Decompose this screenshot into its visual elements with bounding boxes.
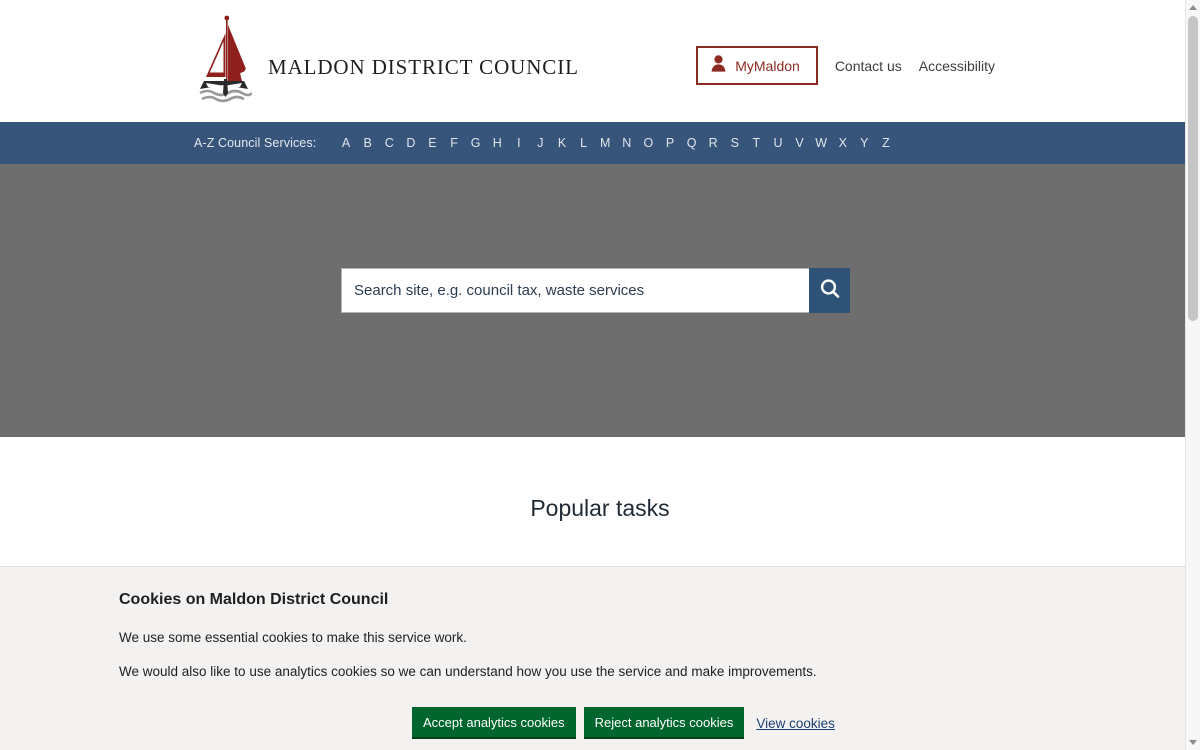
az-letter-x[interactable]: X bbox=[832, 136, 854, 150]
search-icon bbox=[818, 277, 842, 304]
az-letter-g[interactable]: G bbox=[465, 136, 487, 150]
az-letter-h[interactable]: H bbox=[486, 136, 508, 150]
az-letter-y[interactable]: Y bbox=[854, 136, 876, 150]
sailing-barge-logo-icon[interactable] bbox=[196, 13, 252, 105]
scrollbar-up-arrow-icon[interactable] bbox=[1186, 0, 1200, 15]
hero-banner bbox=[0, 164, 1200, 437]
cookie-consent-banner: Cookies on Maldon District Council We us… bbox=[0, 566, 1185, 750]
az-letter-e[interactable]: E bbox=[422, 136, 444, 150]
az-letter-p[interactable]: P bbox=[659, 136, 681, 150]
cookie-banner-actions: Accept analytics cookies Reject analytic… bbox=[412, 707, 835, 739]
mymaldon-button[interactable]: MyMaldon bbox=[696, 46, 818, 85]
az-letter-b[interactable]: B bbox=[357, 136, 379, 150]
search-input[interactable] bbox=[341, 268, 809, 313]
az-letter-n[interactable]: N bbox=[616, 136, 638, 150]
az-letter-z[interactable]: Z bbox=[875, 136, 897, 150]
az-nav-label: A-Z Council Services: bbox=[194, 136, 317, 150]
az-letter-t[interactable]: T bbox=[746, 136, 768, 150]
az-letter-a[interactable]: A bbox=[335, 136, 357, 150]
cookie-banner-paragraph-2: We would also like to use analytics cook… bbox=[119, 664, 817, 679]
site-search bbox=[341, 268, 850, 313]
person-icon bbox=[711, 54, 726, 77]
az-letter-c[interactable]: C bbox=[378, 136, 400, 150]
az-letter-j[interactable]: J bbox=[530, 136, 552, 150]
az-letter-v[interactable]: V bbox=[789, 136, 811, 150]
header-link-contact-us[interactable]: Contact us bbox=[835, 58, 902, 74]
popular-tasks-heading: Popular tasks bbox=[530, 495, 670, 521]
header-nav: MyMaldon Contact us Accessibility bbox=[696, 46, 995, 85]
az-letter-k[interactable]: K bbox=[551, 136, 573, 150]
az-letter-q[interactable]: Q bbox=[681, 136, 703, 150]
az-letter-i[interactable]: I bbox=[508, 136, 530, 150]
page-scrollbar[interactable] bbox=[1185, 0, 1200, 750]
az-letter-u[interactable]: U bbox=[767, 136, 789, 150]
az-letter-o[interactable]: O bbox=[638, 136, 660, 150]
mymaldon-label: MyMaldon bbox=[735, 57, 800, 74]
view-cookies-link[interactable]: View cookies bbox=[756, 716, 835, 731]
az-letter-s[interactable]: S bbox=[724, 136, 746, 150]
site-title: MALDON DISTRICT COUNCIL bbox=[268, 55, 579, 79]
accept-analytics-cookies-button[interactable]: Accept analytics cookies bbox=[412, 707, 576, 739]
header-link-accessibility[interactable]: Accessibility bbox=[919, 58, 995, 74]
az-letter-d[interactable]: D bbox=[400, 136, 422, 150]
az-letter-m[interactable]: M bbox=[594, 136, 616, 150]
az-letter-r[interactable]: R bbox=[702, 136, 724, 150]
az-letter-w[interactable]: W bbox=[810, 136, 832, 150]
cookie-banner-paragraph-1: We use some essential cookies to make th… bbox=[119, 630, 467, 645]
search-button[interactable] bbox=[809, 268, 850, 313]
az-letter-f[interactable]: F bbox=[443, 136, 465, 150]
az-services-nav: A-Z Council Services: A B C D E F G H I … bbox=[0, 122, 1200, 164]
cookie-banner-title: Cookies on Maldon District Council bbox=[119, 591, 389, 608]
scrollbar-thumb[interactable] bbox=[1188, 16, 1198, 321]
site-header: MALDON DISTRICT COUNCIL MyMaldon Contact… bbox=[0, 0, 1200, 122]
page-root: MALDON DISTRICT COUNCIL MyMaldon Contact… bbox=[0, 0, 1200, 750]
scrollbar-down-arrow-icon[interactable] bbox=[1186, 735, 1200, 750]
az-letter-list: A B C D E F G H I J K L M N O P Q R S T … bbox=[335, 136, 896, 150]
reject-analytics-cookies-button[interactable]: Reject analytics cookies bbox=[583, 707, 745, 739]
az-letter-l[interactable]: L bbox=[573, 136, 595, 150]
